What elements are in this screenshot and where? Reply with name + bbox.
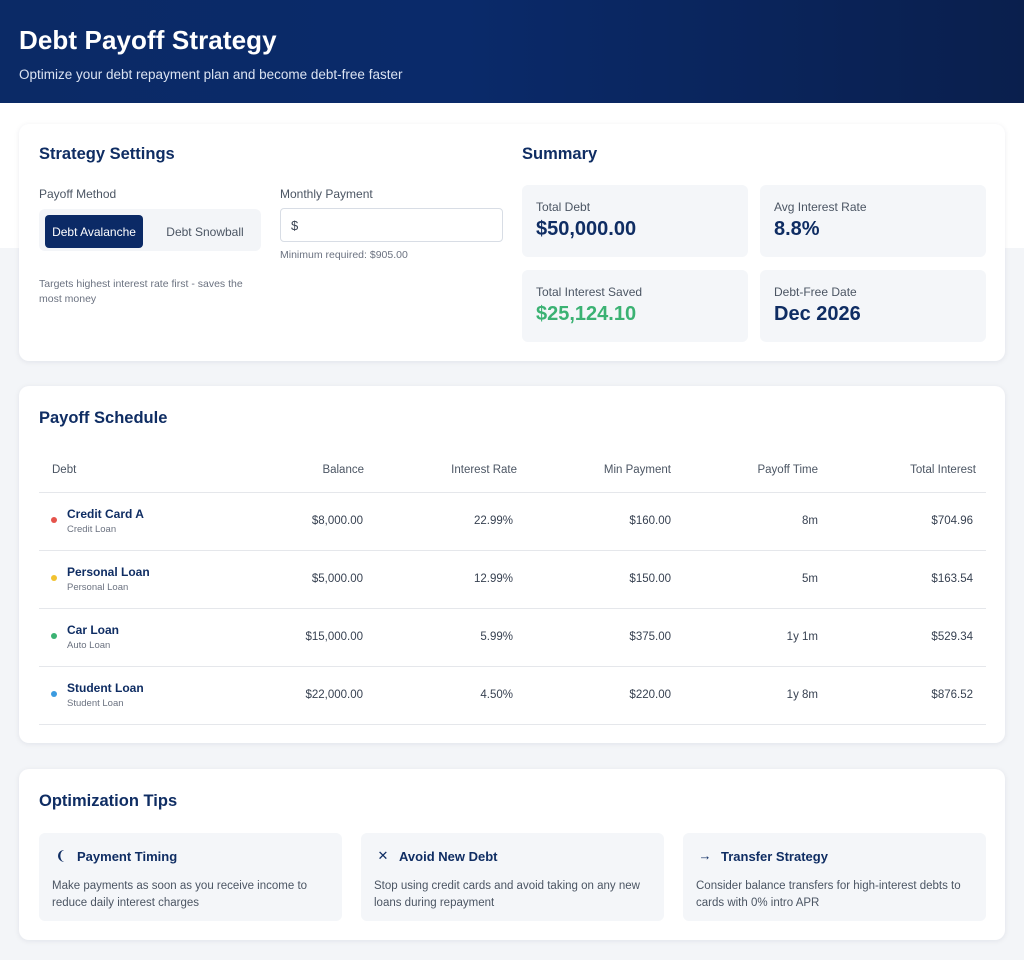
monthly-payment-input[interactable] bbox=[304, 217, 485, 233]
rate-cell: 12.99% bbox=[473, 573, 513, 585]
debt-free-stat: Debt-Free Date Dec 2026 bbox=[760, 270, 986, 342]
minimum-required-note: Minimum required: $905.00 bbox=[280, 249, 408, 261]
tip-title: Transfer Strategy bbox=[721, 849, 828, 864]
schedule-title: Payoff Schedule bbox=[39, 409, 168, 427]
close-icon: ✕ bbox=[377, 848, 389, 863]
interest-saved-label: Total Interest Saved bbox=[536, 285, 643, 299]
col-header-balance: Balance bbox=[322, 464, 364, 476]
col-header-total-interest: Total Interest bbox=[910, 464, 976, 476]
total-debt-stat: Total Debt $50,000.00 bbox=[522, 185, 748, 257]
avg-rate-stat: Avg Interest Rate 8.8% bbox=[760, 185, 986, 257]
table-row[interactable]: Personal Loan Personal Loan $5,000.00 12… bbox=[19, 551, 1005, 609]
tip-transfer-strategy: → Transfer Strategy Consider balance tra… bbox=[683, 833, 986, 921]
clock-icon: ❨ bbox=[55, 848, 67, 863]
debt-type: Auto Loan bbox=[67, 640, 111, 651]
debt-snowball-button[interactable]: Debt Snowball bbox=[151, 215, 259, 248]
col-header-min-payment: Min Payment bbox=[603, 464, 671, 476]
rate-cell: 5.99% bbox=[480, 631, 513, 643]
payoff-time-cell: 1y 1m bbox=[786, 631, 818, 643]
tip-body: Stop using credit cards and avoid taking… bbox=[374, 880, 640, 909]
debt-type: Credit Loan bbox=[67, 524, 117, 535]
payoff-time-cell: 1y 8m bbox=[786, 689, 818, 701]
interest-saved-value: $25,124.10 bbox=[536, 303, 637, 325]
tip-title: Avoid New Debt bbox=[399, 849, 498, 864]
total-debt-label: Total Debt bbox=[536, 200, 591, 214]
tip-payment-timing: ❨ Payment Timing Make payments as soon a… bbox=[39, 833, 342, 921]
debt-free-value: Dec 2026 bbox=[774, 303, 861, 325]
min-payment-cell: $160.00 bbox=[629, 515, 671, 527]
table-row[interactable]: Student Loan Student Loan $22,000.00 4.5… bbox=[19, 667, 1005, 725]
tip-body: Consider balance transfers for high-inte… bbox=[696, 880, 961, 909]
debt-type: Student Loan bbox=[67, 698, 124, 709]
col-header-interest-rate: Interest Rate bbox=[451, 464, 517, 476]
settings-title: Strategy Settings bbox=[39, 145, 175, 163]
min-payment-cell: $220.00 bbox=[629, 689, 671, 701]
total-interest-cell: $704.96 bbox=[931, 515, 973, 527]
col-header-payoff-time: Payoff Time bbox=[757, 464, 818, 476]
rate-cell: 22.99% bbox=[473, 515, 513, 527]
avg-rate-value: 8.8% bbox=[774, 218, 820, 240]
status-dot bbox=[51, 575, 57, 581]
row-divider bbox=[39, 724, 986, 725]
table-row[interactable]: Car Loan Auto Loan $15,000.00 5.99% $375… bbox=[19, 609, 1005, 667]
debt-free-label: Debt-Free Date bbox=[774, 285, 857, 299]
debt-name: Credit Card A bbox=[67, 507, 144, 521]
interest-saved-stat: Total Interest Saved $25,124.10 bbox=[522, 270, 748, 342]
monthly-payment-label: Monthly Payment bbox=[280, 187, 373, 201]
status-dot bbox=[51, 517, 57, 523]
rate-cell: 4.50% bbox=[480, 689, 513, 701]
balance-cell: $15,000.00 bbox=[305, 631, 363, 643]
col-header-debt: Debt bbox=[52, 464, 77, 476]
currency-symbol: $ bbox=[291, 217, 299, 233]
payoff-time-cell: 5m bbox=[802, 573, 818, 585]
tip-title: Payment Timing bbox=[77, 849, 178, 864]
table-row[interactable]: Credit Card A Credit Loan $8,000.00 22.9… bbox=[19, 493, 1005, 551]
tips-title: Optimization Tips bbox=[39, 792, 178, 810]
page-subtitle: Optimize your debt repayment plan and be… bbox=[19, 67, 403, 82]
status-dot bbox=[51, 691, 57, 697]
balance-cell: $8,000.00 bbox=[311, 515, 363, 527]
payoff-method-toggle: Debt Avalanche Debt Snowball bbox=[39, 209, 261, 251]
page-title: Debt Payoff Strategy bbox=[19, 25, 277, 55]
status-dot bbox=[51, 633, 57, 639]
payoff-schedule-card: Payoff Schedule Debt Balance Interest Ra… bbox=[19, 386, 1005, 743]
summary-title: Summary bbox=[522, 145, 598, 163]
avg-rate-label: Avg Interest Rate bbox=[774, 200, 867, 214]
total-interest-cell: $163.54 bbox=[931, 573, 973, 585]
min-payment-cell: $150.00 bbox=[629, 573, 671, 585]
total-interest-cell: $529.34 bbox=[931, 631, 973, 643]
balance-cell: $22,000.00 bbox=[305, 689, 363, 701]
debt-avalanche-button[interactable]: Debt Avalanche bbox=[45, 215, 143, 248]
debt-name: Car Loan bbox=[67, 623, 120, 637]
min-payment-cell: $375.00 bbox=[629, 631, 671, 643]
tip-avoid-new-debt: ✕ Avoid New Debt Stop using credit cards… bbox=[361, 833, 664, 921]
debt-name: Student Loan bbox=[67, 681, 144, 695]
monthly-payment-field[interactable]: $ bbox=[280, 208, 503, 242]
method-hint: Targets highest interest rate first - sa… bbox=[39, 278, 243, 305]
balance-cell: $5,000.00 bbox=[311, 573, 363, 585]
payoff-method-label: Payoff Method bbox=[39, 187, 117, 201]
arrow-right-icon: → bbox=[698, 848, 712, 863]
debt-type: Personal Loan bbox=[67, 582, 129, 593]
page-header: Debt Payoff Strategy Optimize your debt … bbox=[0, 0, 1024, 103]
payoff-time-cell: 8m bbox=[802, 515, 818, 527]
total-debt-value: $50,000.00 bbox=[536, 218, 637, 240]
total-interest-cell: $876.52 bbox=[931, 689, 973, 701]
settings-card: Strategy Settings Payoff Method Debt Ava… bbox=[19, 124, 1005, 361]
optimization-tips-card: Optimization Tips ❨ Payment Timing Make … bbox=[19, 769, 1005, 940]
tip-body: Make payments as soon as you receive inc… bbox=[52, 880, 308, 909]
debt-name: Personal Loan bbox=[67, 565, 150, 579]
